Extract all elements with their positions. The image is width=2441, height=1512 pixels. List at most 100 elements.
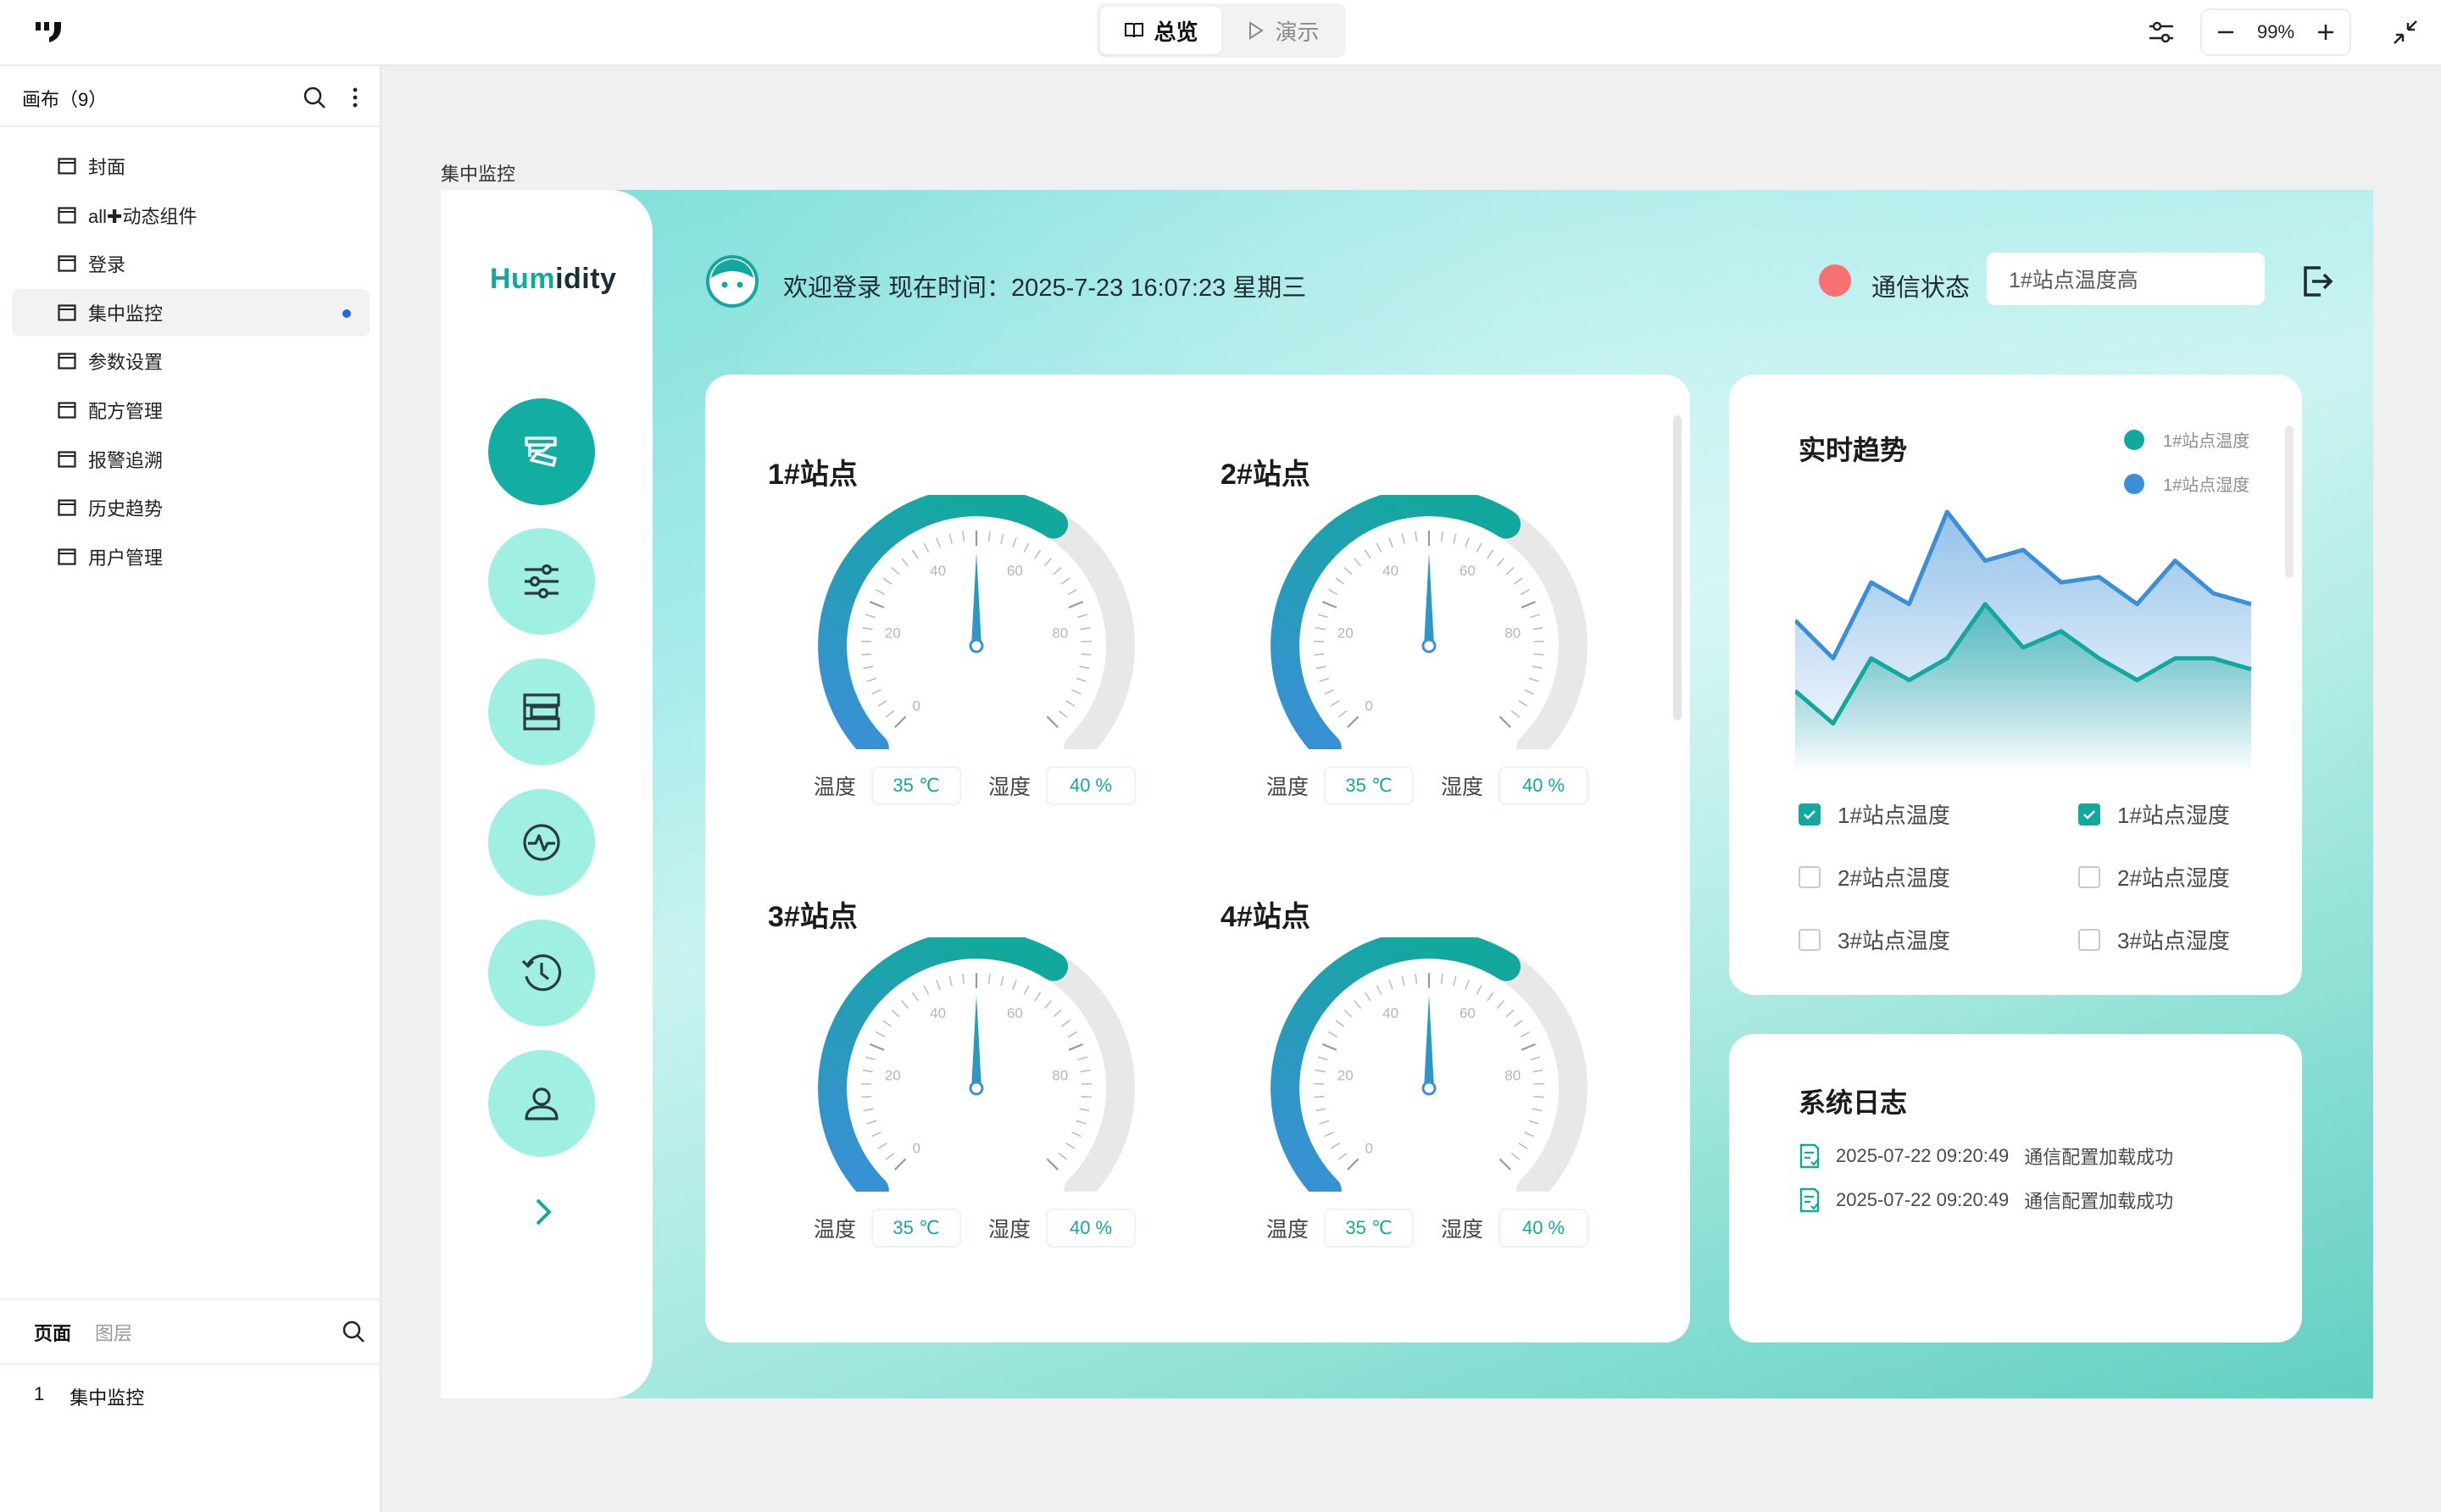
- gauge-tick: [862, 1069, 873, 1073]
- page-item-central-monitor[interactable]: 集中监控: [12, 288, 370, 336]
- gauge-tick: [1453, 976, 1457, 987]
- temperature-value: 35 ℃: [871, 766, 962, 805]
- gauge-tick: [1521, 600, 1537, 609]
- gauge-tick: [1000, 533, 1004, 544]
- stations-scrollbar[interactable]: [1673, 415, 1682, 720]
- page-icon: [58, 353, 76, 370]
- nav-parameters-button[interactable]: [488, 528, 595, 635]
- gauge-tick-label: 20: [1337, 625, 1354, 641]
- series-check-2-temp[interactable]: 2#站点温度: [1799, 861, 1950, 892]
- tab-pages[interactable]: 页面: [34, 1319, 71, 1346]
- gauge-tick: [1330, 1142, 1340, 1149]
- series-check-2-humidity[interactable]: 2#站点湿度: [2078, 861, 2230, 892]
- gauge-tick: [1376, 985, 1382, 995]
- series-check-1-temp[interactable]: 1#站点温度: [1799, 798, 1950, 830]
- nav-alarms-button[interactable]: [488, 789, 595, 896]
- gauge-tick: [1388, 537, 1393, 548]
- logout-icon[interactable]: [2299, 263, 2336, 300]
- gauge-tick: [1532, 1108, 1543, 1112]
- gauge-tick: [871, 689, 881, 695]
- gauge-tick: [1034, 549, 1042, 559]
- pages-layers-panel: 页面 图层 1 集中监控: [0, 1298, 380, 1512]
- gauge-tick: [1327, 588, 1338, 596]
- tab-layers[interactable]: 图层: [95, 1319, 132, 1346]
- trend-scrollbar[interactable]: [2285, 425, 2294, 578]
- checkbox[interactable]: [2078, 865, 2100, 888]
- checkbox[interactable]: [1799, 928, 1821, 951]
- more-vertical-icon[interactable]: [342, 85, 368, 110]
- present-mode-button[interactable]: 演示: [1221, 7, 1343, 54]
- gauge-tick: [1510, 1153, 1521, 1160]
- page-name: 集中监控: [70, 1387, 145, 1409]
- gauge-tick-label: 80: [1052, 625, 1068, 641]
- station-3: 3#站点 0 20 40 60 80 温度 35 ℃ 湿度 40 %: [768, 893, 1175, 1317]
- page-item-cover[interactable]: 封面: [12, 142, 370, 190]
- overview-mode-button[interactable]: 总览: [1100, 7, 1221, 54]
- gauge-tick-label: 0: [1365, 1141, 1373, 1157]
- checkbox[interactable]: [1799, 865, 1821, 888]
- page-item-users[interactable]: 用户管理: [12, 533, 370, 581]
- page-item-history[interactable]: 历史趋势: [12, 484, 370, 531]
- series-check-3-humidity[interactable]: 3#站点湿度: [2078, 924, 2230, 955]
- gauge-needle: [971, 995, 981, 1088]
- settings-sliders-button[interactable]: [2143, 14, 2180, 51]
- gauge-tick-label: 0: [913, 698, 920, 714]
- page-item-login[interactable]: 登录: [12, 240, 370, 287]
- gauge-tick-label: 40: [1382, 563, 1398, 579]
- gauge-tick: [1321, 1042, 1337, 1051]
- gauge-tick: [923, 985, 930, 995]
- nav-users-button[interactable]: [488, 1050, 595, 1157]
- nav-recipes-button[interactable]: [488, 659, 595, 765]
- search-icon[interactable]: [341, 1319, 366, 1344]
- checkbox[interactable]: [1799, 803, 1821, 825]
- gauge-tick: [1499, 715, 1511, 728]
- zoom-out-button[interactable]: [2210, 17, 2241, 47]
- gauge-tick: [875, 588, 886, 596]
- collapse-button[interactable]: [2387, 14, 2424, 51]
- gauge-tick: [1510, 710, 1521, 718]
- dashboard-header: 欢迎登录 现在时间：2025-7-23 16:07:23 星期三 通信状态 1#…: [705, 251, 2341, 312]
- page-icon: [58, 158, 76, 175]
- zoom-in-button[interactable]: [2310, 17, 2341, 47]
- current-page-row[interactable]: 1 集中监控: [34, 1383, 144, 1410]
- legend-swatch: [2124, 429, 2144, 450]
- gauge-tick: [869, 600, 885, 609]
- checkbox[interactable]: [2078, 928, 2100, 951]
- app-logo-icon[interactable]: [34, 17, 64, 47]
- gauge-tick: [1076, 677, 1087, 682]
- gauge-tick: [1364, 992, 1371, 1002]
- search-icon[interactable]: [302, 85, 327, 110]
- nav-monitor-button[interactable]: [488, 398, 595, 505]
- page-item-dynamic-components[interactable]: all✚动态组件: [12, 192, 370, 239]
- gauge-dial: 0 20 40 60 80: [818, 937, 1135, 1192]
- gauge-tick-label: 40: [930, 1005, 946, 1021]
- checkbox[interactable]: [2078, 803, 2100, 825]
- page-icon: [58, 206, 76, 224]
- check-icon: [1804, 809, 1815, 820]
- series-check-1-humidity[interactable]: 1#站点湿度: [2078, 798, 2230, 830]
- temperature-value: 35 ℃: [1324, 766, 1415, 805]
- station-2: 2#站点 0 20 40 60 80 温度 35 ℃ 湿度 40 %: [1220, 451, 1627, 875]
- page-icon: [58, 450, 76, 468]
- zoom-level[interactable]: 99%: [2257, 21, 2294, 43]
- gauge-tick: [1518, 1142, 1528, 1149]
- page-item-alarms[interactable]: 报警追溯: [12, 436, 370, 483]
- page-icon: [58, 402, 76, 419]
- comm-status-label: 通信状态: [1871, 275, 1971, 302]
- frame-label[interactable]: 集中监控: [441, 159, 515, 186]
- gauge-tick: [1401, 533, 1405, 544]
- page-item-recipes[interactable]: 配方管理: [12, 386, 370, 434]
- chevron-right-icon[interactable]: [525, 1195, 559, 1229]
- gauge-tick: [1520, 1031, 1531, 1038]
- page-item-parameters[interactable]: 参数设置: [12, 337, 370, 385]
- gauge-tick: [1513, 577, 1523, 585]
- alarm-message-box[interactable]: 1#站点温度高: [1987, 253, 2265, 305]
- humidity-label: 湿度: [988, 775, 1031, 799]
- gauge-tick: [1524, 1131, 1534, 1137]
- gauge-tick: [1319, 677, 1330, 682]
- series-check-3-temp[interactable]: 3#站点温度: [1799, 924, 1950, 955]
- nav-history-button[interactable]: [488, 920, 595, 1026]
- brand-logo: Humidity: [490, 263, 616, 296]
- humidity-label: 湿度: [988, 1218, 1031, 1242]
- gauge-tick: [1077, 614, 1088, 619]
